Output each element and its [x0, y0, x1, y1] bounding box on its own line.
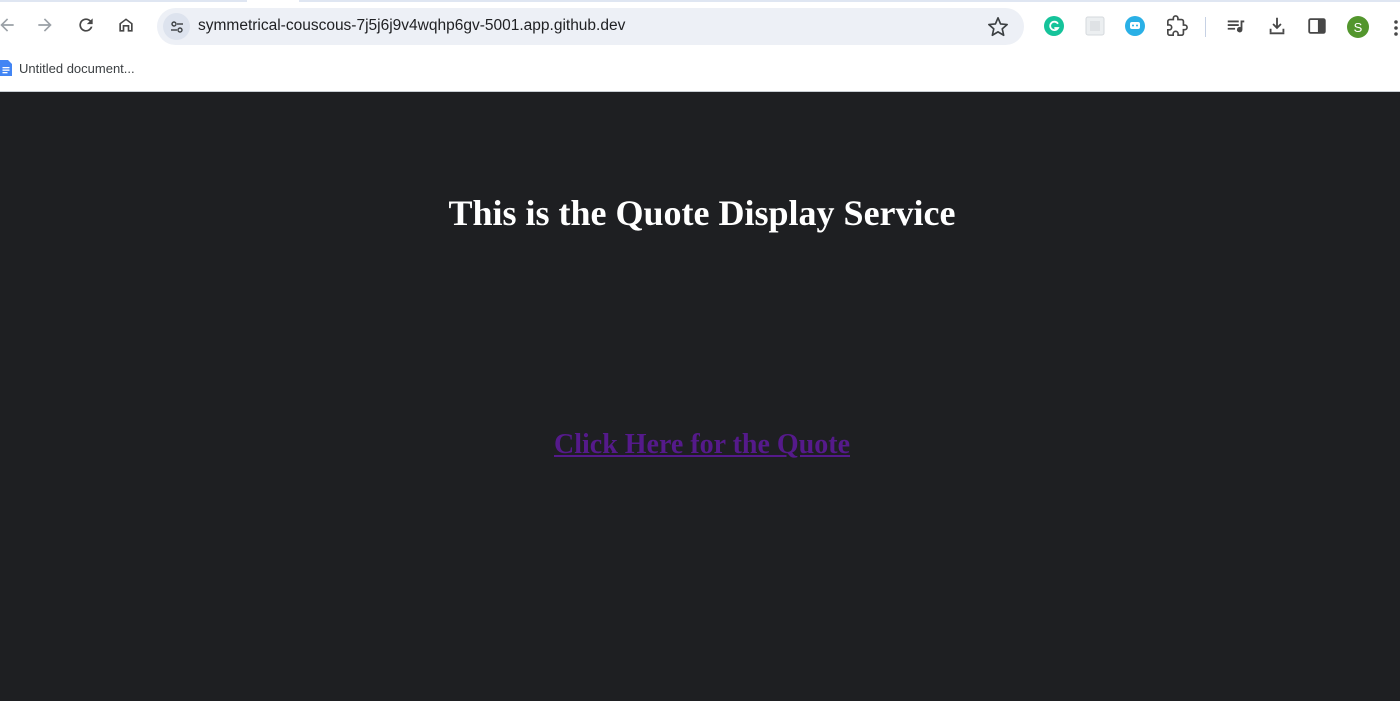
toolbar-separator	[1205, 17, 1206, 37]
page-viewport: This is the Quote Display Service Click …	[0, 92, 1400, 701]
chat-extension[interactable]	[1124, 15, 1146, 37]
download-icon	[1269, 17, 1285, 35]
home-button[interactable]	[111, 10, 141, 40]
back-button[interactable]	[0, 10, 22, 40]
star-icon[interactable]	[987, 16, 1009, 38]
reload-icon	[79, 18, 93, 32]
quote-link-container: Click Here for the Quote	[0, 429, 1400, 461]
bookmark-label: Untitled document...	[19, 60, 135, 76]
google-docs-icon	[0, 60, 12, 76]
reading-list-icon	[1227, 20, 1245, 33]
arrow-left-icon	[0, 18, 14, 32]
forward-button[interactable]	[30, 10, 60, 40]
browser-toolbar: symmetrical-couscous-7j5j6j9v4wqhp6gv-50…	[0, 2, 1400, 50]
extensions-menu-button[interactable]	[1166, 15, 1188, 37]
side-panel-button[interactable]	[1306, 15, 1328, 37]
arrow-right-icon	[38, 18, 52, 32]
tune-icon	[170, 20, 183, 33]
profile-avatar[interactable]: S	[1347, 16, 1369, 38]
chat-extension-icon	[1125, 16, 1145, 36]
reload-button[interactable]	[71, 10, 101, 40]
downloads-button[interactable]	[1266, 15, 1288, 37]
address-bar[interactable]: symmetrical-couscous-7j5j6j9v4wqhp6gv-50…	[157, 8, 1024, 45]
browser-chrome: symmetrical-couscous-7j5j6j9v4wqhp6gv-50…	[0, 0, 1400, 92]
bookmarks-bar: Untitled document...	[0, 54, 1400, 82]
home-icon	[119, 18, 133, 32]
puzzle-icon	[1167, 15, 1188, 36]
url-text[interactable]: symmetrical-couscous-7j5j6j9v4wqhp6gv-50…	[198, 17, 625, 35]
more-options-icon[interactable]	[1393, 19, 1399, 37]
thumbnail-extension[interactable]	[1084, 15, 1106, 37]
site-info-button[interactable]	[163, 13, 190, 40]
side-panel-icon	[1308, 18, 1326, 34]
reading-list-button[interactable]	[1225, 15, 1247, 37]
bookmark-untitled-document[interactable]: Untitled document...	[0, 58, 135, 78]
page-title: This is the Quote Display Service	[448, 193, 956, 233]
quote-link[interactable]: Click Here for the Quote	[554, 429, 850, 460]
grammarly-extension[interactable]	[1043, 15, 1065, 37]
extension-thumbnail-icon	[1085, 16, 1105, 36]
grammarly-icon	[1044, 16, 1064, 36]
